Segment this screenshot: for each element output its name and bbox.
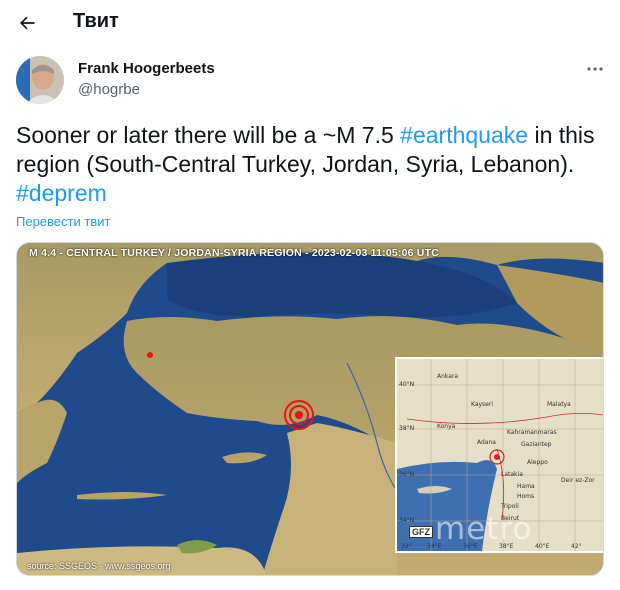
lon-label: 40°E xyxy=(535,543,550,550)
city-label: Kayseri xyxy=(471,401,494,408)
city-label: Hama xyxy=(517,483,535,490)
watermark: metro xyxy=(435,511,533,547)
hashtag-earthquake[interactable]: #earthquake xyxy=(400,122,528,148)
hashtag-deprem[interactable]: #deprem xyxy=(16,180,107,206)
lon-label: 32° xyxy=(401,543,412,550)
lat-label: 34°N xyxy=(399,517,415,524)
lat-label: 40°N xyxy=(399,381,415,388)
city-label: Tripoli xyxy=(501,503,519,510)
lon-label: 42° xyxy=(571,543,582,550)
city-label: Latakia xyxy=(501,471,523,478)
city-label: Homs xyxy=(517,493,535,500)
lat-label: 38°N xyxy=(399,425,415,432)
page-title: Твит xyxy=(73,10,119,32)
author-handle[interactable]: @hogrbe xyxy=(78,81,140,98)
city-label: Kahramanmaras xyxy=(507,429,557,436)
map-title: M 4.4 - CENTRAL TURKEY / JORDAN-SYRIA RE… xyxy=(29,247,439,259)
arrow-left-icon xyxy=(20,16,35,30)
tweet-text: Sooner or later there will be a ~M 7.5 #… xyxy=(16,121,606,208)
city-label: Aleppo xyxy=(527,459,548,466)
tweet-media-image[interactable]: M 4.4 - CENTRAL TURKEY / JORDAN-SYRIA RE… xyxy=(16,242,604,576)
city-label: Adana xyxy=(477,439,496,446)
city-label: Ankara xyxy=(437,373,459,380)
gfz-logo: GFZ xyxy=(409,526,433,538)
avatar[interactable] xyxy=(16,56,64,104)
back-button[interactable] xyxy=(12,8,42,38)
city-label: Malatya xyxy=(547,401,571,408)
map-source: source: SSGEOS - www.ssgeos.org xyxy=(27,561,171,571)
city-label: Konya xyxy=(437,423,456,430)
city-label: Gaziantep xyxy=(521,441,552,448)
translate-link[interactable]: Перевести твит xyxy=(16,214,110,229)
tweet-text-part: Sooner or later there will be a ~M 7.5 xyxy=(16,122,401,148)
top-bar: Твит xyxy=(0,0,620,46)
avatar-image xyxy=(16,56,64,104)
more-button[interactable] xyxy=(580,58,610,80)
lat-label: 36°N xyxy=(399,471,415,478)
more-dots-icon xyxy=(587,67,603,71)
city-label: Deir ez-Zor xyxy=(561,477,595,484)
author-name[interactable]: Frank Hoogerbeets xyxy=(78,60,215,77)
